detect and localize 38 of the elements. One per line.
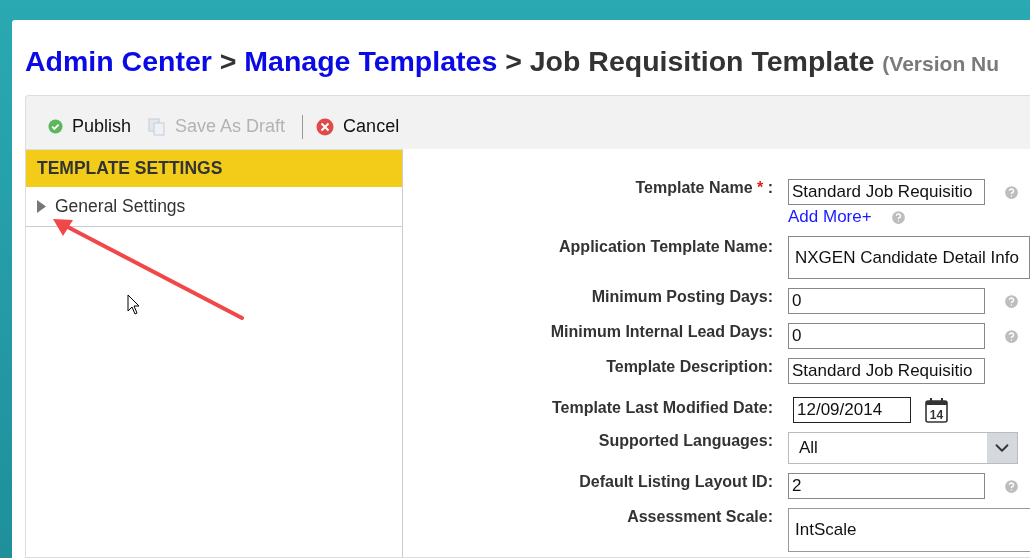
help-icon[interactable] [889,208,907,226]
copy-icon [148,117,167,136]
field-label: Assessment Scale: [626,508,773,526]
breadcrumb-link[interactable]: Admin Center [25,45,212,77]
sidebar-header: TEMPLATE SETTINGS [26,150,402,187]
mouse-cursor-icon [127,294,140,315]
add-more-link[interactable]: Add More+ [788,207,872,227]
check-icon [48,119,63,134]
help-icon[interactable] [1003,292,1020,310]
text-field[interactable]: Standard Job Requisitio [788,358,985,384]
field-label: Minimum Internal Lead Days: [549,323,773,341]
field-label: Minimum Posting Days: [590,288,773,306]
language-dropdown[interactable]: All [788,432,1018,464]
field-label: Template Last Modified Date: [550,398,773,417]
field-label: Template Description: [605,358,773,376]
calendar-icon[interactable]: 14 [925,397,948,423]
help-icon[interactable] [1003,183,1020,201]
version-note: (Version Nu [882,52,1000,75]
field-label: Default Listing Layout ID: [578,473,773,491]
text-field[interactable]: Standard Job Requisitio [788,179,985,205]
page-title: Job Requisition Template [529,45,875,77]
cancel-button[interactable]: Cancel [316,116,409,137]
field-label: Application Template Name: [558,237,773,256]
close-icon [316,117,335,136]
scale-dropdown[interactable]: IntScale [788,508,1030,552]
help-icon[interactable] [1003,477,1020,495]
field-label: Template Name * : [634,179,773,197]
text-field[interactable]: 0 [788,288,985,314]
text-field[interactable]: 0 [788,323,985,349]
field-label: Supported Languages: [597,432,773,450]
date-field[interactable]: 12/09/2014 [793,397,911,423]
help-icon[interactable] [1003,327,1020,345]
text-field[interactable]: NXGEN Candidate Detail Info [788,236,1030,279]
publish-button[interactable]: Publish [48,116,141,137]
breadcrumb-separator: > [219,45,237,77]
breadcrumb-separator: > [505,45,522,77]
text-field[interactable]: 2 [788,473,985,499]
breadcrumb-link[interactable]: Manage Templates [244,45,498,77]
